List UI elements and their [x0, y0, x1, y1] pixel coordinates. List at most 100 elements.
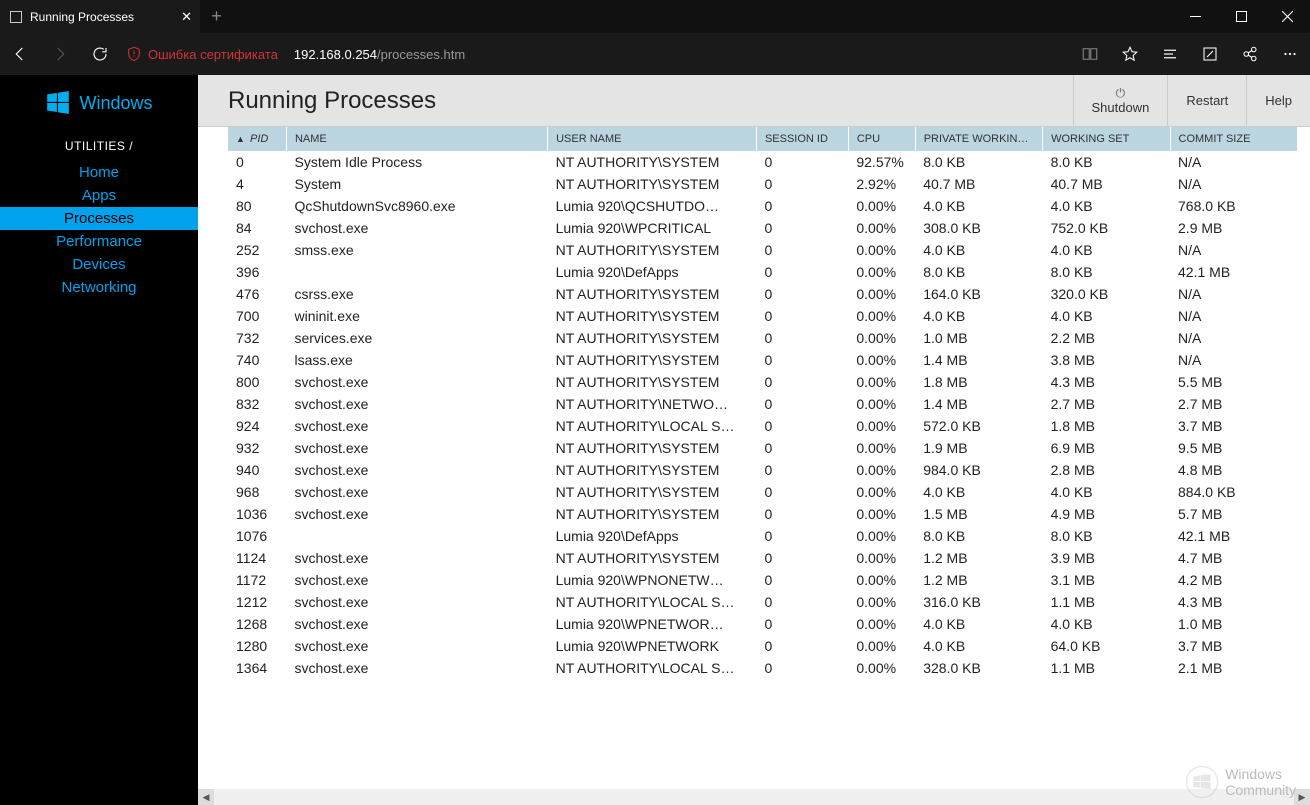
table-row[interactable]: 0System Idle ProcessNT AUTHORITY\SYSTEM0…: [228, 151, 1298, 173]
cell-ws: 3.9 MB: [1043, 547, 1170, 569]
cell-sess: 0: [756, 195, 848, 217]
column-header[interactable]: CPU: [848, 127, 915, 151]
cell-pid: 1268: [228, 613, 286, 635]
table-row[interactable]: 732services.exeNT AUTHORITY\SYSTEM00.00%…: [228, 327, 1298, 349]
scroll-left-arrow[interactable]: ◀: [198, 789, 214, 805]
webnote-button[interactable]: [1190, 33, 1230, 75]
window-close-button[interactable]: [1264, 0, 1310, 33]
table-row[interactable]: 476csrss.exeNT AUTHORITY\SYSTEM00.00%164…: [228, 283, 1298, 305]
table-row[interactable]: 700wininit.exeNT AUTHORITY\SYSTEM00.00%4…: [228, 305, 1298, 327]
table-row[interactable]: 396Lumia 920\DefApps00.00%8.0 KB8.0 KB42…: [228, 261, 1298, 283]
cell-cpu: 0.00%: [848, 217, 915, 239]
cell-sess: 0: [756, 371, 848, 393]
cell-user: Lumia 920\DefApps: [548, 261, 757, 283]
window-maximize-button[interactable]: [1218, 0, 1264, 33]
table-row[interactable]: 1212svchost.exeNT AUTHORITY\LOCAL S…00.0…: [228, 591, 1298, 613]
cell-sess: 0: [756, 151, 848, 173]
cell-name: smss.exe: [286, 239, 547, 261]
cell-sess: 0: [756, 217, 848, 239]
cell-commit: 4.3 MB: [1170, 591, 1297, 613]
table-row[interactable]: 800svchost.exeNT AUTHORITY\SYSTEM00.00%1…: [228, 371, 1298, 393]
table-row[interactable]: 252smss.exeNT AUTHORITY\SYSTEM00.00%4.0 …: [228, 239, 1298, 261]
cell-priv: 316.0 KB: [915, 591, 1042, 613]
table-row[interactable]: 1172svchost.exeLumia 920\WPNONETW…00.00%…: [228, 569, 1298, 591]
nav-refresh-button[interactable]: [80, 33, 120, 75]
cell-priv: 1.2 MB: [915, 547, 1042, 569]
hub-button[interactable]: [1150, 33, 1190, 75]
sidebar-item-networking[interactable]: Networking: [0, 276, 198, 299]
window-minimize-button[interactable]: [1172, 0, 1218, 33]
favorite-button[interactable]: [1110, 33, 1150, 75]
url-display[interactable]: 192.168.0.254/processes.htm: [294, 47, 465, 62]
sidebar-item-apps[interactable]: Apps: [0, 184, 198, 207]
certificate-error-badge[interactable]: Ошибка сертификата: [120, 46, 286, 62]
table-row[interactable]: 924svchost.exeNT AUTHORITY\LOCAL S…00.00…: [228, 415, 1298, 437]
cell-commit: 2.7 MB: [1170, 393, 1297, 415]
column-header[interactable]: WORKING SET: [1043, 127, 1170, 151]
more-button[interactable]: [1270, 33, 1310, 75]
cell-user: NT AUTHORITY\SYSTEM: [548, 481, 757, 503]
sidebar-item-home[interactable]: Home: [0, 161, 198, 184]
nav-back-button[interactable]: [0, 33, 40, 75]
table-row[interactable]: 1268svchost.exeLumia 920\WPNETWOR…00.00%…: [228, 613, 1298, 635]
cell-priv: 8.0 KB: [915, 151, 1042, 173]
horizontal-scrollbar[interactable]: ◀ ▶: [198, 789, 1310, 805]
cell-name: System Idle Process: [286, 151, 547, 173]
cell-user: NT AUTHORITY\SYSTEM: [548, 173, 757, 195]
sidebar-item-devices[interactable]: Devices: [0, 253, 198, 276]
cell-sess: 0: [756, 635, 848, 657]
column-header[interactable]: SESSION ID: [756, 127, 848, 151]
column-header[interactable]: ▲ PID: [228, 127, 286, 151]
column-header[interactable]: PRIVATE WORKIN…: [915, 127, 1042, 151]
cell-pid: 1280: [228, 635, 286, 657]
table-row[interactable]: 4SystemNT AUTHORITY\SYSTEM02.92%40.7 MB4…: [228, 173, 1298, 195]
certificate-error-text: Ошибка сертификата: [148, 47, 278, 62]
sidebar-item-performance[interactable]: Performance: [0, 230, 198, 253]
table-row[interactable]: 832svchost.exeNT AUTHORITY\NETWO…00.00%1…: [228, 393, 1298, 415]
cell-pid: 740: [228, 349, 286, 371]
new-tab-button[interactable]: +: [200, 0, 233, 33]
cell-commit: 884.0 KB: [1170, 481, 1297, 503]
windows-logo: Windows: [0, 89, 198, 117]
table-row[interactable]: 740lsass.exeNT AUTHORITY\SYSTEM00.00%1.4…: [228, 349, 1298, 371]
cell-priv: 1.4 MB: [915, 349, 1042, 371]
table-row[interactable]: 968svchost.exeNT AUTHORITY\SYSTEM00.00%4…: [228, 481, 1298, 503]
table-row[interactable]: 1364svchost.exeNT AUTHORITY\LOCAL S…00.0…: [228, 657, 1298, 679]
cell-cpu: 0.00%: [848, 503, 915, 525]
tab-close-icon[interactable]: ✕: [181, 9, 192, 25]
nav-forward-button[interactable]: [40, 33, 80, 75]
table-row[interactable]: 84svchost.exeLumia 920\WPCRITICAL00.00%3…: [228, 217, 1298, 239]
table-row[interactable]: 1124svchost.exeNT AUTHORITY\SYSTEM00.00%…: [228, 547, 1298, 569]
browser-titlebar: Running Processes ✕ +: [0, 0, 1310, 33]
column-header[interactable]: USER NAME: [548, 127, 757, 151]
cell-priv: 164.0 KB: [915, 283, 1042, 305]
share-button[interactable]: [1230, 33, 1270, 75]
table-row[interactable]: 1036svchost.exeNT AUTHORITY\SYSTEM00.00%…: [228, 503, 1298, 525]
table-row[interactable]: 940svchost.exeNT AUTHORITY\SYSTEM00.00%9…: [228, 459, 1298, 481]
scroll-right-arrow[interactable]: ▶: [1294, 789, 1310, 805]
cell-pid: 1124: [228, 547, 286, 569]
column-header[interactable]: COMMIT SIZE: [1170, 127, 1297, 151]
cell-ws: 320.0 KB: [1043, 283, 1170, 305]
cell-ws: 64.0 KB: [1043, 635, 1170, 657]
restart-button[interactable]: Restart: [1167, 75, 1246, 127]
cell-cpu: 0.00%: [848, 283, 915, 305]
column-header[interactable]: NAME: [286, 127, 547, 151]
reading-view-button[interactable]: [1070, 33, 1110, 75]
table-row[interactable]: 932svchost.exeNT AUTHORITY\SYSTEM00.00%1…: [228, 437, 1298, 459]
cell-cpu: 92.57%: [848, 151, 915, 173]
table-row[interactable]: 1280svchost.exeLumia 920\WPNETWORK00.00%…: [228, 635, 1298, 657]
table-row[interactable]: 80QcShutdownSvc8960.exeLumia 920\QCSHUTD…: [228, 195, 1298, 217]
cell-cpu: 0.00%: [848, 525, 915, 547]
cell-pid: 1172: [228, 569, 286, 591]
cell-ws: 4.0 KB: [1043, 239, 1170, 261]
cell-sess: 0: [756, 261, 848, 283]
help-button[interactable]: Help: [1246, 75, 1310, 127]
table-row[interactable]: 1076Lumia 920\DefApps00.00%8.0 KB8.0 KB4…: [228, 525, 1298, 547]
cell-commit: N/A: [1170, 349, 1297, 371]
browser-tab[interactable]: Running Processes ✕: [0, 0, 200, 33]
sidebar-item-processes[interactable]: Processes: [0, 207, 198, 230]
shutdown-button[interactable]: ⏻ Shutdown: [1073, 75, 1168, 127]
process-table-container[interactable]: ▲ PIDNAMEUSER NAMESESSION IDCPUPRIVATE W…: [198, 127, 1310, 789]
brand-text: Windows: [79, 93, 152, 114]
